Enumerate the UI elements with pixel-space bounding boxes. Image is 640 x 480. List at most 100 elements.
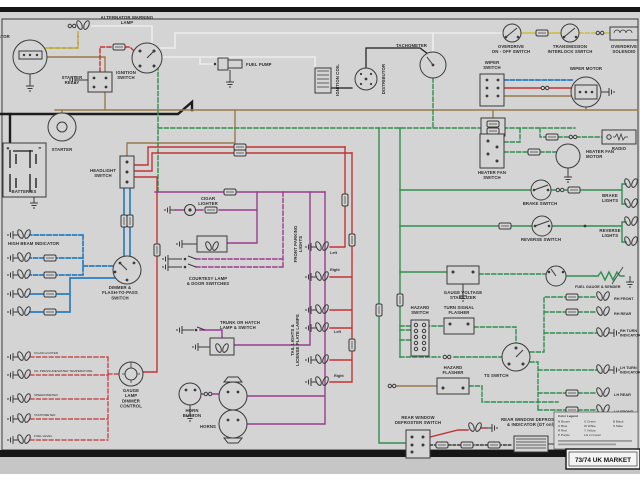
label-wiper-switch: WIPERSWITCH xyxy=(483,60,501,70)
connector xyxy=(154,244,160,256)
fuse xyxy=(487,128,499,134)
label-high-beam: HIGH BEAM INDICATOR xyxy=(8,241,60,246)
fuse xyxy=(536,30,548,36)
fuse xyxy=(566,294,578,300)
fuse xyxy=(566,309,578,315)
label-distributor: DISTRIBUTOR xyxy=(381,63,386,94)
label-panel-lamp-4: FUEL LEVEL xyxy=(34,434,53,438)
connector xyxy=(121,215,127,227)
legend-entry: LG Lt Green xyxy=(584,433,601,437)
overdrive-switch-symbol xyxy=(503,24,521,42)
fuse xyxy=(499,223,511,229)
label-reverse-switch: REVERSE SWITCH xyxy=(521,237,561,242)
fuse xyxy=(397,294,403,306)
svg-text:+: + xyxy=(7,146,9,150)
label-trunk-lamp: TRUNK OR HATCHLAMP & SWITCH xyxy=(220,320,260,330)
label-batteries: BATTERIES xyxy=(12,189,37,194)
connector xyxy=(127,215,133,227)
label-brake-switch: BRAKE SWITCH xyxy=(523,201,558,206)
label-hazard-switch: HAZARDSWITCH xyxy=(411,305,430,315)
label-parking-right: Right xyxy=(330,268,340,272)
reverse-switch-symbol xyxy=(532,216,552,236)
label-fuel-pump: FUEL PUMP xyxy=(246,62,272,67)
label-od-solenoid: OVERDRIVESOLENOID xyxy=(611,44,637,54)
brake-switch-symbol xyxy=(531,180,551,200)
legend-note-line xyxy=(558,440,632,442)
label-ignition-coil: IGNITION COIL xyxy=(335,64,340,96)
connector xyxy=(461,442,473,448)
legend-entry: S Slate xyxy=(613,424,623,428)
ignition-coil-symbol xyxy=(315,68,331,93)
label-tail-right: Right xyxy=(334,374,344,378)
svg-text:−: − xyxy=(39,146,41,150)
label-reverse-lights: REVERSELIGHTS xyxy=(599,228,620,238)
wiring-diagram-page: +− xyxy=(0,0,640,480)
label-tail-left: Left xyxy=(334,330,342,334)
fuse xyxy=(349,234,355,246)
label-panel-lamp-0: CIGAR LIGHTER xyxy=(34,351,59,355)
tachometer-symbol xyxy=(420,52,446,78)
interlock-switch-symbol xyxy=(561,24,579,42)
legend-entry: Y Yellow xyxy=(584,429,596,433)
legend-title: Color Legend xyxy=(558,414,578,418)
label-parking-left: Left xyxy=(330,251,338,255)
label-rh-indicator: RH TURNINDICATOR xyxy=(620,329,640,338)
color-legend: Color Legend N Brown U Blue R Red P Purp… xyxy=(554,412,638,449)
hazard-switch-symbol xyxy=(411,320,429,356)
fuse xyxy=(342,194,348,206)
label-courtesy: COURTESY LAMP& DOOR SWITCHES xyxy=(187,276,230,286)
hazard-flasher-symbol xyxy=(437,378,469,394)
label-hazard-flasher: HAZARDFLASHER xyxy=(443,365,465,375)
distributor-symbol xyxy=(355,68,377,90)
junction-dot xyxy=(584,225,587,228)
label-panel-lamp-3: TACHOMETER xyxy=(34,413,56,417)
legend-entry: R Red xyxy=(558,429,567,433)
label-rh-front: RH FRONT xyxy=(614,297,634,301)
fuse-cigar xyxy=(205,207,217,213)
fusebox-symbol xyxy=(481,118,505,136)
label-starter: STARTER xyxy=(52,147,73,152)
legend-entry: G Green xyxy=(584,420,596,424)
fuse xyxy=(566,390,578,396)
legend-entry: W White xyxy=(584,424,596,428)
fuse xyxy=(376,304,382,316)
label-horns: HORNS xyxy=(200,424,216,429)
connector xyxy=(234,144,246,150)
heater-fan-switch-symbol xyxy=(480,134,504,168)
bottom-white-strip xyxy=(0,474,640,480)
fuse xyxy=(528,149,540,155)
legend-entry: B Black xyxy=(613,420,624,424)
legend-entry: N Brown xyxy=(558,420,570,424)
top-white-strip xyxy=(0,0,640,7)
bottom-gray-strip xyxy=(0,457,640,474)
connector xyxy=(234,150,246,156)
fuse xyxy=(44,255,56,261)
ignition-switch-symbol xyxy=(132,43,162,73)
radio-symbol xyxy=(602,130,636,144)
wiring-diagram: +− xyxy=(0,0,640,480)
title-block: 73/74 UK MARKET xyxy=(566,449,640,469)
label-panel-lamp-1: OIL PRESSURE/WATER TEMPERATURE xyxy=(34,369,92,373)
label-interlock: TRANSMISSIONINTERLOCK SWITCH xyxy=(548,44,593,54)
label-lh-rear: LH REAR xyxy=(614,393,631,397)
fuse xyxy=(568,187,580,193)
legend-note-line xyxy=(558,444,616,446)
defroster-switch-symbol xyxy=(406,430,430,458)
label-defroster-switch: REAR WINDOWDEFROSTER SWITCH xyxy=(395,415,441,425)
connector xyxy=(436,442,448,448)
headlight-switch-symbol xyxy=(120,156,134,188)
wiper-switch-symbol xyxy=(480,74,504,106)
legend-entry: U Blue xyxy=(558,424,568,428)
label-ignition-switch: IGNITIONSWITCH xyxy=(116,70,136,80)
fuse xyxy=(44,291,56,297)
label-gauge-dimmer: GAUGELAMPDIMMERCONTROL xyxy=(120,388,142,408)
fuse xyxy=(44,272,56,278)
fuse xyxy=(44,309,56,315)
label-ts-switch: TS SWITCH xyxy=(484,373,509,378)
fuse xyxy=(487,121,499,127)
gauge-lamp-dimmer-symbol xyxy=(119,362,143,386)
top-black-bar xyxy=(0,7,640,12)
label-wiper-motor: WIPER MOTOR xyxy=(570,66,603,71)
legend-entry: P Purple xyxy=(558,433,570,437)
dimmer-switch-symbol xyxy=(113,256,141,284)
